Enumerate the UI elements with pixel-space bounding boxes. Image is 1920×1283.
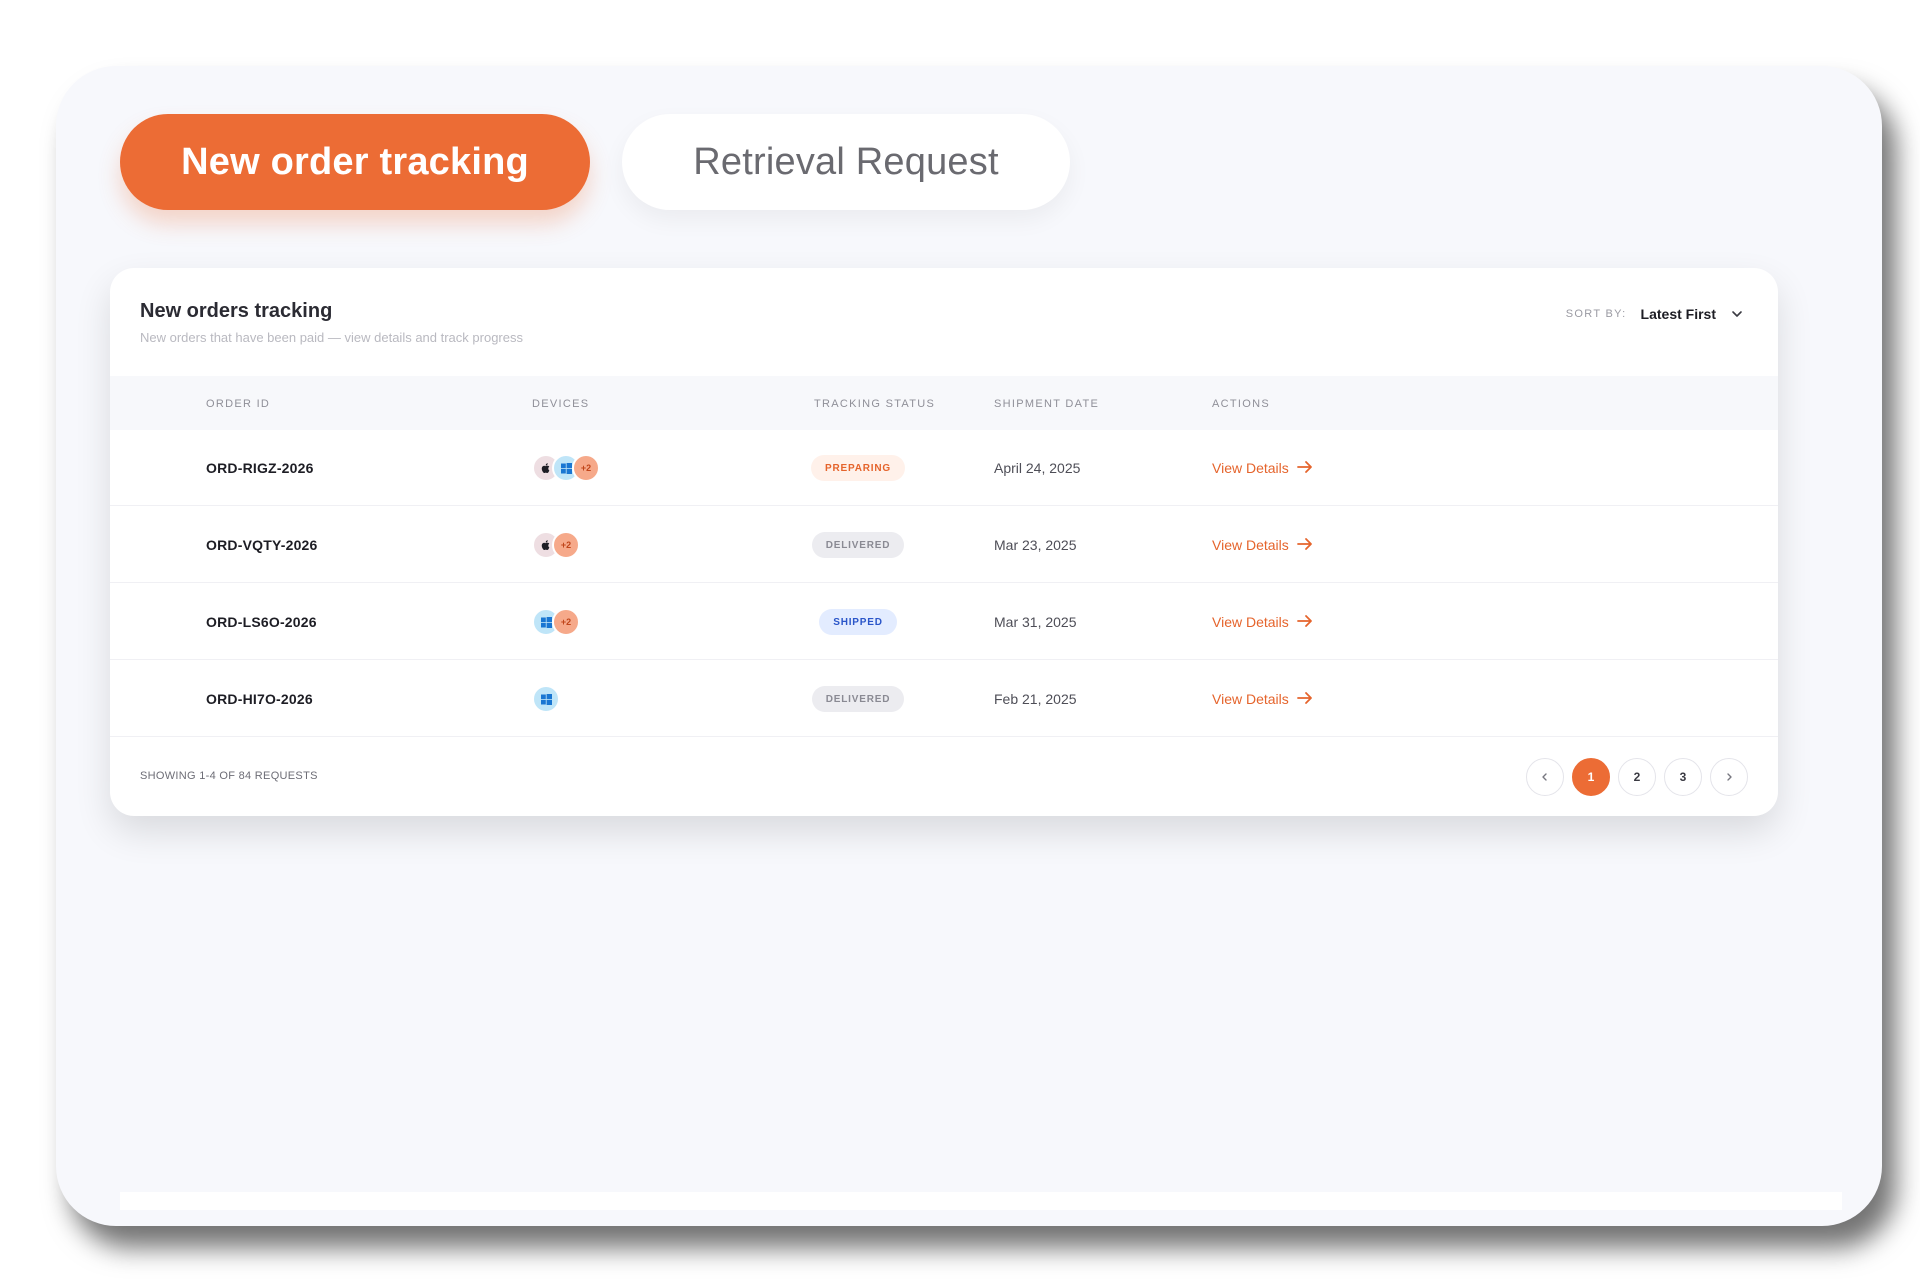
header-devices: DEVICES — [532, 398, 590, 410]
shipment-date: Mar 31, 2025 — [994, 614, 1077, 630]
chevron-left-icon[interactable] — [1526, 758, 1564, 796]
header-actions: ACTIONS — [1212, 398, 1270, 410]
order-id-cell: ORD-VQTY-2026 — [206, 507, 318, 583]
orders-card: New orders tracking New orders that have… — [110, 268, 1778, 816]
sort-label: SORT BY: — [1565, 308, 1627, 320]
shipment-date-cell: April 24, 2025 — [994, 430, 1080, 506]
shipment-date: April 24, 2025 — [994, 460, 1081, 476]
extra-devices-badge: +2 — [552, 608, 580, 636]
actions-cell: View Details — [1212, 430, 1313, 506]
frame-footer-strip — [120, 1192, 1842, 1210]
view-details-label: View Details — [1212, 691, 1289, 707]
header-tracking-status: TRACKING STATUS — [814, 398, 936, 410]
shipment-date: Feb 21, 2025 — [994, 691, 1077, 707]
page-2-button[interactable]: 2 — [1618, 758, 1656, 796]
arrow-right-icon — [1296, 460, 1313, 477]
chevron-right-icon[interactable] — [1710, 758, 1748, 796]
card-subtitle: New orders that have been paid — view de… — [140, 330, 523, 345]
chevron-down-icon[interactable] — [1730, 307, 1744, 321]
view-details-link[interactable]: View Details — [1212, 614, 1313, 631]
table-row: ORD-VQTY-2026 +2 DELIVERED Mar 23, 2025 View… — [110, 507, 1778, 583]
device-stack — [532, 685, 560, 713]
arrow-right-icon — [1296, 691, 1313, 708]
status-cell: DELIVERED — [748, 661, 968, 737]
arrow-right-icon — [1296, 537, 1313, 554]
sort-value[interactable]: Latest First — [1641, 306, 1716, 322]
status-badge: DELIVERED — [811, 532, 905, 558]
sort-control[interactable]: SORT BY: Latest First — [1566, 306, 1744, 322]
app-frame: New order tracking Retrieval Request New… — [56, 66, 1882, 1226]
order-id-cell: ORD-HI7O-2026 — [206, 661, 313, 737]
header-shipment-date: SHIPMENT DATE — [994, 398, 1100, 410]
pagination: 123 — [1526, 758, 1748, 796]
device-stack: +2 — [532, 531, 580, 559]
device-stack: +2 — [532, 608, 580, 636]
shipment-date-cell: Mar 23, 2025 — [994, 507, 1077, 583]
view-details-label: View Details — [1212, 460, 1289, 476]
page-1-button[interactable]: 1 — [1572, 758, 1610, 796]
actions-cell: View Details — [1212, 661, 1313, 737]
view-details-link[interactable]: View Details — [1212, 691, 1313, 708]
card-title: New orders tracking — [140, 300, 333, 322]
status-cell: SHIPPED — [748, 584, 968, 660]
order-id-cell: ORD-RIGZ-2026 — [206, 430, 314, 506]
devices-cell: +2 — [532, 430, 600, 506]
status-cell: DELIVERED — [748, 507, 968, 583]
extra-devices-badge: +2 — [552, 531, 580, 559]
view-details-label: View Details — [1212, 614, 1289, 630]
table-header: ORDER ID DEVICES TRACKING STATUS SHIPMEN… — [110, 376, 1778, 430]
shipment-date-cell: Feb 21, 2025 — [994, 661, 1077, 737]
order-id: ORD-LS6O-2026 — [206, 614, 317, 630]
order-id: ORD-VQTY-2026 — [206, 537, 318, 553]
status-badge: SHIPPED — [819, 609, 897, 635]
table-row: ORD-RIGZ-2026 +2 PREPARING April 24, 2025 Vi… — [110, 430, 1778, 506]
table-row: ORD-HI7O-2026 DELIVERED Feb 21, 2025 View D… — [110, 661, 1778, 737]
shipment-date-cell: Mar 31, 2025 — [994, 584, 1077, 660]
status-cell: PREPARING — [748, 430, 968, 506]
shipment-date: Mar 23, 2025 — [994, 537, 1077, 553]
extra-devices-badge: +2 — [572, 454, 600, 482]
order-id: ORD-RIGZ-2026 — [206, 460, 314, 476]
order-id-cell: ORD-LS6O-2026 — [206, 584, 317, 660]
devices-cell — [532, 661, 560, 737]
devices-cell: +2 — [532, 584, 580, 660]
tab-new-order-tracking[interactable]: New order tracking — [120, 114, 590, 210]
status-badge: PREPARING — [811, 455, 905, 481]
order-id: ORD-HI7O-2026 — [206, 691, 313, 707]
view-details-link[interactable]: View Details — [1212, 537, 1313, 554]
tab-retrieval-request[interactable]: Retrieval Request — [622, 114, 1070, 210]
actions-cell: View Details — [1212, 507, 1313, 583]
results-count: SHOWING 1-4 OF 84 REQUESTS — [140, 770, 318, 782]
devices-cell: +2 — [532, 507, 580, 583]
table-row: ORD-LS6O-2026 +2 SHIPPED Mar 31, 2025 View D… — [110, 584, 1778, 660]
view-details-link[interactable]: View Details — [1212, 460, 1313, 477]
arrow-right-icon — [1296, 614, 1313, 631]
status-badge: DELIVERED — [811, 686, 905, 712]
tab-bar: New order tracking Retrieval Request — [120, 114, 1070, 210]
header-order-id: ORDER ID — [206, 398, 271, 410]
view-details-label: View Details — [1212, 537, 1289, 553]
page-3-button[interactable]: 3 — [1664, 758, 1702, 796]
device-stack: +2 — [532, 454, 600, 482]
actions-cell: View Details — [1212, 584, 1313, 660]
windows-icon — [532, 685, 560, 713]
